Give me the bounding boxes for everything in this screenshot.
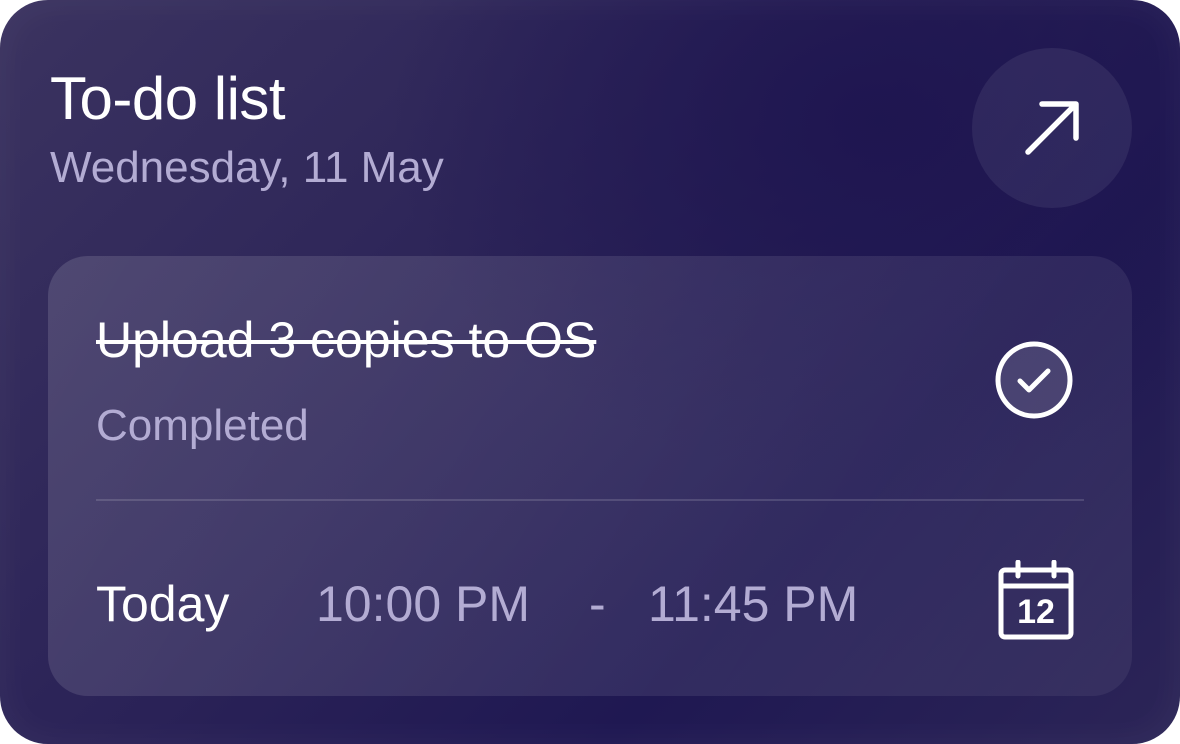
task-title: Upload 3 copies to OS [96, 312, 597, 368]
task-card[interactable]: Upload 3 copies to OS Completed Today 10… [48, 256, 1132, 696]
todo-widget: To-do list Wednesday, 11 May Upload 3 co… [0, 0, 1180, 744]
divider [96, 499, 1084, 501]
calendar-icon[interactable]: 12 [998, 560, 1074, 640]
widget-date: Wednesday, 11 May [50, 143, 444, 192]
time-separator: - [589, 576, 606, 632]
open-widget-button[interactable] [972, 48, 1132, 208]
arrow-up-right-icon [1025, 101, 1079, 155]
task-status: Completed [96, 401, 309, 450]
check-circle-icon[interactable] [994, 340, 1074, 420]
task-end-time: 11:45 PM [648, 576, 859, 632]
task-start-time: 10:00 PM [316, 576, 531, 632]
widget-title: To-do list [50, 65, 286, 132]
calendar-day-number: 12 [1017, 593, 1055, 631]
task-day: Today [96, 576, 230, 632]
